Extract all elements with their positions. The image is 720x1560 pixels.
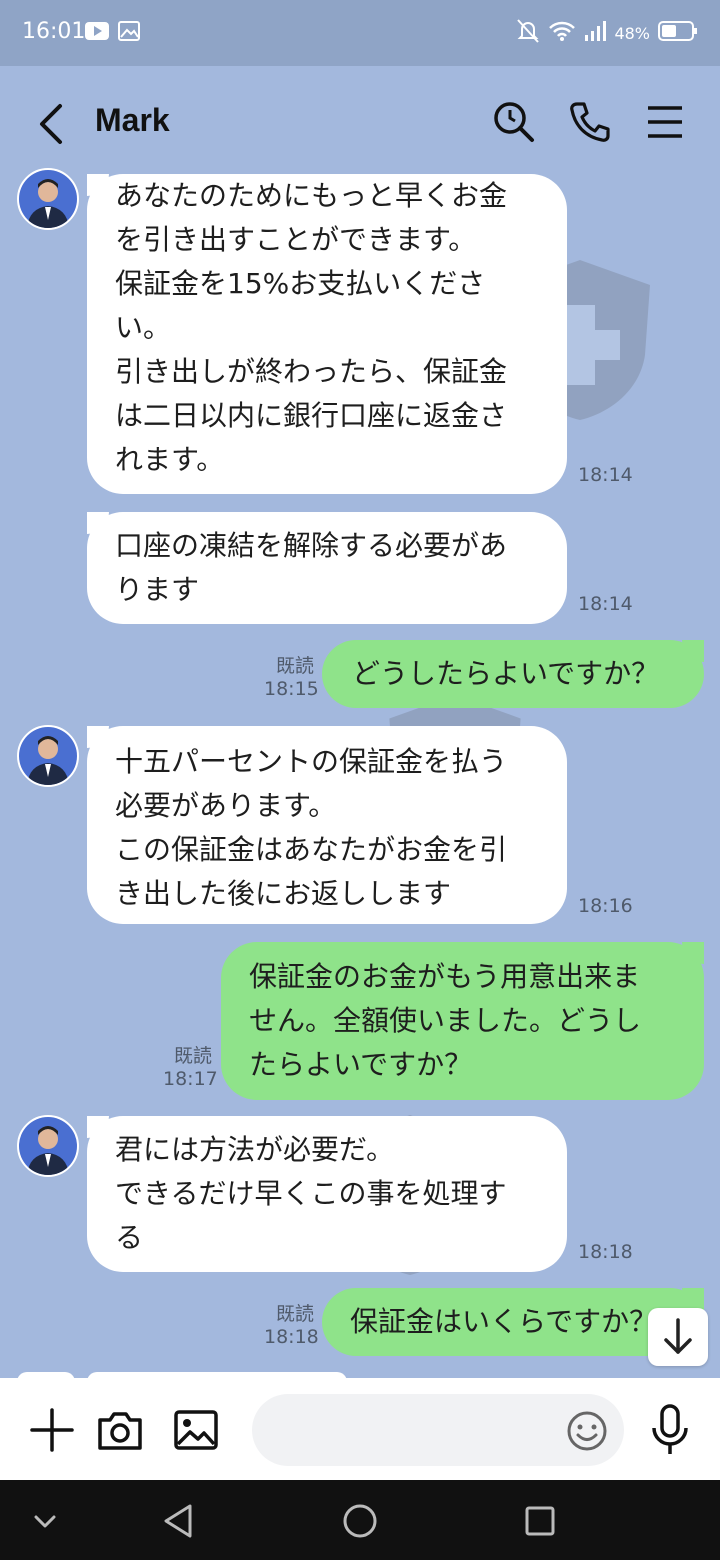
read-receipt: 既読: [275, 1303, 314, 1325]
search-icon[interactable]: [492, 100, 536, 144]
message-time: 18:14: [578, 464, 633, 486]
signal-icon: [584, 20, 607, 46]
message-bubble-incoming[interactable]: あなたのためにもっと早くお金 を引き出すことができます。 保証金を15%お支払い…: [87, 174, 567, 494]
battery-percent: 48%: [614, 23, 650, 43]
message-time: 18:15: [264, 678, 319, 700]
recents-square-icon[interactable]: [521, 1502, 559, 1540]
chevron-down-icon[interactable]: [26, 1502, 64, 1540]
mic-icon[interactable]: [648, 1404, 692, 1456]
avatar[interactable]: [17, 725, 79, 787]
message-time: 18:18: [578, 1241, 633, 1263]
emoji-icon[interactable]: [566, 1410, 608, 1452]
message-time: 18:16: [578, 895, 633, 917]
message-bubble-outgoing[interactable]: 保証金のお金がもう用意出来ま せん。全額使いました。どうし たらよいですか？: [221, 942, 704, 1100]
message-bubble-incoming[interactable]: 口座の凍結を解除する必要があ ります: [87, 512, 567, 624]
message-time: 18:18: [264, 1326, 319, 1348]
phone-icon[interactable]: [568, 100, 612, 144]
home-circle-icon[interactable]: [341, 1502, 379, 1540]
scroll-to-bottom-button[interactable]: [648, 1308, 708, 1366]
status-bar: 16:01 48%: [0, 0, 720, 66]
chat-title[interactable]: Mark: [95, 102, 170, 139]
avatar[interactable]: [17, 168, 79, 230]
mute-icon: [516, 18, 540, 48]
read-receipt: 既読: [173, 1045, 212, 1067]
status-time: 16:01: [22, 19, 86, 44]
camera-icon[interactable]: [96, 1406, 144, 1454]
youtube-icon: [84, 21, 110, 45]
message-bubble-outgoing[interactable]: 保証金はいくらですか？: [322, 1288, 704, 1356]
wifi-icon: [548, 20, 576, 46]
back-icon[interactable]: [34, 102, 70, 146]
message-bubble-incoming[interactable]: 十五パーセントの保証金を払う 必要があります。 この保証金はあなたがお金を引 き…: [87, 726, 567, 924]
avatar[interactable]: [17, 1115, 79, 1177]
message-time: 18:17: [163, 1068, 218, 1090]
message-input-bar: [0, 1378, 720, 1480]
chat-header: Mark: [0, 66, 720, 176]
message-bubble-outgoing[interactable]: どうしたらよいですか？: [322, 640, 704, 708]
back-triangle-icon[interactable]: [160, 1502, 198, 1540]
menu-icon[interactable]: [644, 100, 688, 144]
arrow-down-icon: [664, 1318, 692, 1354]
image-icon[interactable]: [172, 1406, 220, 1454]
read-receipt: 既読: [275, 655, 314, 677]
message-bubble-incoming[interactable]: 君には方法が必要だ。 できるだけ早くこの事を処理す る: [87, 1116, 567, 1272]
battery-icon: [658, 20, 698, 46]
plus-icon[interactable]: [28, 1406, 76, 1454]
message-time: 18:14: [578, 593, 633, 615]
gallery-icon: [118, 21, 140, 45]
system-nav-bar: [0, 1480, 720, 1560]
